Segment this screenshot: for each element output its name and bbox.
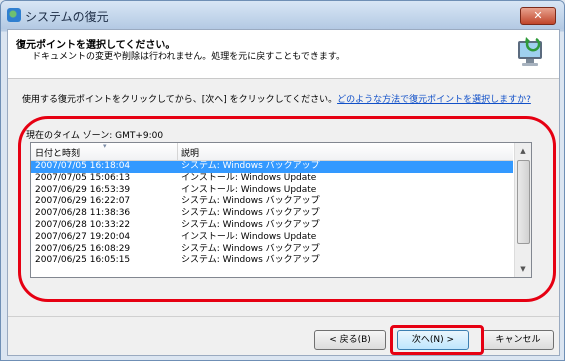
- table-row[interactable]: 2007/06/28 10:33:22 システム: Windows バックアップ: [31, 220, 513, 232]
- row-description: システム: Windows バックアップ: [181, 196, 320, 207]
- row-description: システム: Windows バックアップ: [181, 161, 320, 171]
- header-subtitle: ドキュメントの変更や削除は行われません。処理を元に戻すこともできます。: [32, 52, 346, 62]
- scroll-down-icon[interactable]: ▼: [515, 261, 531, 277]
- back-button[interactable]: < 戻る(B): [314, 330, 386, 350]
- title-bar[interactable]: システムの復元 ✕: [1, 1, 564, 29]
- table-row[interactable]: 2007/06/29 16:22:07 システム: Windows バックアップ: [31, 196, 513, 208]
- table-row[interactable]: 2007/06/25 16:08:29 システム: Windows バックアップ: [31, 244, 513, 256]
- row-description: インストール: Windows Update: [181, 231, 317, 242]
- row-date: 2007/06/25 16:05:15: [35, 255, 131, 266]
- column-header-date[interactable]: 日付と時刻: [35, 146, 80, 159]
- restore-monitor-icon: [518, 37, 542, 66]
- table-row[interactable]: 2007/06/25 16:05:15 システム: Windows バックアップ: [31, 255, 513, 267]
- scroll-thumb[interactable]: [517, 160, 530, 244]
- system-restore-window: システムの復元 ✕ 復元ポイントを選択してください。 ドキュメントの変更や削除は…: [0, 0, 565, 361]
- row-description: インストール: Windows Update: [181, 172, 317, 183]
- row-date: 2007/07/05 16:18:04: [35, 161, 131, 171]
- next-button[interactable]: 次へ(N) >: [397, 330, 469, 350]
- timezone-label: 現在のタイム ゾーン: GMT+9:00: [26, 131, 164, 141]
- restore-point-list[interactable]: 日付と時刻 ▾ 説明 2007/07/05 16:18:04 システム: Wind…: [30, 142, 532, 278]
- table-row[interactable]: 2007/06/27 19:20:04 インストール: Windows Updat…: [31, 232, 513, 244]
- row-date: 2007/07/05 15:06:13: [35, 172, 131, 183]
- instruction-label: 使用する復元ポイントをクリックしてから、[次へ] をクリックしてください。: [22, 95, 338, 105]
- column-separator[interactable]: [177, 143, 178, 160]
- system-restore-icon: [7, 8, 21, 22]
- scroll-up-icon[interactable]: ▲: [515, 143, 531, 159]
- column-header-description[interactable]: 説明: [181, 146, 199, 159]
- row-date: 2007/06/29 16:53:39: [35, 184, 131, 195]
- dialog-content: 復元ポイントを選択してください。 ドキュメントの変更や削除は行われません。処理を…: [7, 29, 560, 356]
- row-date: 2007/06/28 10:33:22: [35, 219, 131, 230]
- row-description: システム: Windows バックアップ: [181, 255, 320, 266]
- dialog-header: 復元ポイントを選択してください。 ドキュメントの変更や削除は行われません。処理を…: [8, 30, 559, 79]
- list-rows: 2007/07/05 16:18:04 システム: Windows バックアップ …: [31, 161, 513, 267]
- table-row[interactable]: 2007/07/05 16:18:04 システム: Windows バックアップ: [31, 161, 513, 173]
- help-link[interactable]: どのような方法で復元ポイントを選択しますか?: [337, 95, 531, 105]
- row-description: システム: Windows バックアップ: [181, 219, 320, 230]
- cancel-button[interactable]: キャンセル: [482, 330, 554, 350]
- row-date: 2007/06/27 19:20:04: [35, 231, 131, 242]
- row-date: 2007/06/25 16:08:29: [35, 243, 131, 254]
- row-description: システム: Windows バックアップ: [181, 243, 320, 254]
- row-description: システム: Windows バックアップ: [181, 208, 320, 219]
- row-description: インストール: Windows Update: [181, 184, 317, 195]
- instruction-text: 使用する復元ポイントをクリックしてから、[次へ] をクリックしてください。どのよ…: [22, 92, 531, 105]
- table-row[interactable]: 2007/07/05 15:06:13 インストール: Windows Updat…: [31, 173, 513, 185]
- vertical-scrollbar[interactable]: ▲ ▼: [514, 143, 531, 277]
- row-date: 2007/06/29 16:22:07: [35, 196, 131, 207]
- table-row[interactable]: 2007/06/29 16:53:39 インストール: Windows Updat…: [31, 185, 513, 197]
- list-header: 日付と時刻 ▾ 説明: [31, 142, 513, 161]
- table-row[interactable]: 2007/06/28 11:38:36 システム: Windows バックアップ: [31, 208, 513, 220]
- window-title: システムの復元: [25, 10, 109, 24]
- footer-divider: [8, 316, 559, 317]
- close-button[interactable]: ✕: [520, 7, 556, 25]
- row-date: 2007/06/28 11:38:36: [35, 208, 131, 219]
- sort-arrow-icon: ▾: [103, 142, 107, 150]
